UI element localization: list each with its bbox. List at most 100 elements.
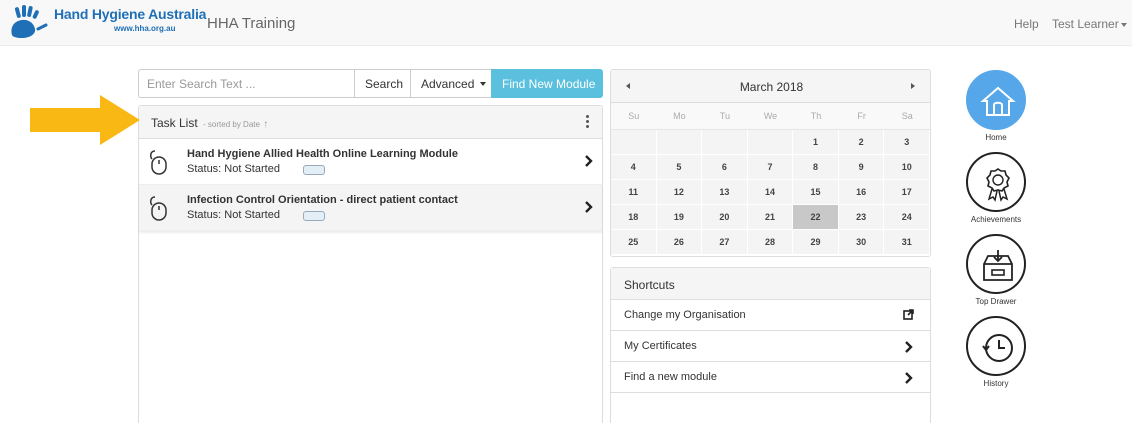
help-link[interactable]: Help xyxy=(1014,17,1039,31)
task-row[interactable]: Hand Hygiene Allied Health Online Learni… xyxy=(139,139,602,185)
calendar-day[interactable]: 16 xyxy=(838,180,885,205)
calendar-day[interactable]: 3 xyxy=(884,130,930,155)
calendar-day[interactable]: 4 xyxy=(611,155,657,180)
drawer-icon xyxy=(983,250,1013,281)
calendar-day[interactable]: 1 xyxy=(793,130,839,155)
app-title[interactable]: HHA Training xyxy=(207,15,295,32)
task-list-panel: Task List - sorted by Date ↑ Hand Hygien… xyxy=(138,105,603,423)
calendar-day[interactable]: 8 xyxy=(793,155,839,180)
search-input[interactable] xyxy=(138,69,355,98)
shortcut-item[interactable]: My Certificates xyxy=(611,331,930,362)
shortcuts-header: Shortcuts xyxy=(611,268,930,300)
nav-top-drawer[interactable]: Top Drawer xyxy=(960,234,1032,306)
calendar-day-today[interactable]: 22 xyxy=(793,205,839,230)
calendar-empty-cell xyxy=(747,130,794,155)
calendar-header: March 2018 xyxy=(611,70,930,103)
task-status: Status: Not Started xyxy=(187,163,280,175)
calendar-day[interactable]: 24 xyxy=(884,205,930,230)
chevron-right-icon xyxy=(905,341,913,353)
achievements-button[interactable] xyxy=(966,152,1026,212)
advanced-button[interactable]: Advanced xyxy=(410,69,492,98)
calendar-day[interactable]: 13 xyxy=(702,180,748,205)
nav-achievements[interactable]: Achievements xyxy=(960,152,1032,224)
page: Hand Hygiene Australia www.hha.org.au HH… xyxy=(0,0,1132,423)
calendar-day[interactable]: 30 xyxy=(838,230,885,255)
kebab-menu-icon[interactable] xyxy=(586,115,590,129)
task-list-header: Task List - sorted by Date ↑ xyxy=(139,106,602,139)
history-button[interactable] xyxy=(966,316,1026,376)
nav-label: History xyxy=(983,379,1009,388)
chevron-right-icon xyxy=(585,201,593,213)
user-name: Test Learner xyxy=(1052,17,1119,31)
nav-label: Home xyxy=(985,133,1007,142)
calendar-day[interactable]: 18 xyxy=(611,205,657,230)
shortcut-item[interactable]: Find a new module xyxy=(611,362,930,393)
calendar-day[interactable]: 25 xyxy=(611,230,657,255)
shortcuts-panel: Shortcuts Change my Organisation My Certi… xyxy=(610,267,931,423)
logo-url: www.hha.org.au xyxy=(114,24,176,33)
task-row[interactable]: Infection Control Orientation - direct p… xyxy=(139,185,602,231)
calendar-day[interactable]: 31 xyxy=(884,230,930,255)
shortcut-label: Change my Organisation xyxy=(624,309,746,321)
nav-history[interactable]: History xyxy=(960,316,1032,388)
calendar-empty-cell xyxy=(702,130,748,155)
next-month-icon[interactable] xyxy=(911,83,915,89)
task-name: Hand Hygiene Allied Health Online Learni… xyxy=(187,148,458,160)
nav-label: Achievements xyxy=(970,215,1022,224)
shortcut-label: Find a new module xyxy=(624,371,717,383)
sort-arrow-icon[interactable]: ↑ xyxy=(263,119,268,130)
home-button[interactable] xyxy=(966,70,1026,130)
nav-home[interactable]: Home xyxy=(960,70,1032,142)
shortcuts-list: Change my Organisation My Certificates Fin… xyxy=(611,300,930,393)
calendar-day[interactable]: 21 xyxy=(747,205,794,230)
chevron-right-icon xyxy=(905,372,913,384)
search-button[interactable]: Search xyxy=(354,69,411,98)
calendar-day[interactable]: 23 xyxy=(838,205,885,230)
search-bar: Search Advanced Find New Module xyxy=(138,69,603,98)
calendar-empty-cell xyxy=(656,130,703,155)
weekday-header: We xyxy=(747,103,794,130)
caret-down-icon xyxy=(1120,22,1127,27)
history-icon xyxy=(982,334,1013,362)
calendar-day[interactable]: 14 xyxy=(747,180,794,205)
task-items: Hand Hygiene Allied Health Online Learni… xyxy=(139,139,602,231)
calendar-day[interactable]: 20 xyxy=(702,205,748,230)
weekday-header: Fr xyxy=(838,103,885,130)
arrow-annotation-icon xyxy=(30,95,140,145)
calendar-day[interactable]: 19 xyxy=(656,205,703,230)
calendar-day[interactable]: 5 xyxy=(656,155,703,180)
calendar-day[interactable]: 2 xyxy=(838,130,885,155)
ribbon-icon xyxy=(986,168,1010,202)
calendar-day[interactable]: 12 xyxy=(656,180,703,205)
mouse-icon xyxy=(150,196,167,221)
calendar-day[interactable]: 10 xyxy=(884,155,930,180)
shortcuts-title: Shortcuts xyxy=(624,278,675,292)
calendar-day[interactable]: 7 xyxy=(747,155,794,180)
calendar-day[interactable]: 9 xyxy=(838,155,885,180)
logo[interactable]: Hand Hygiene Australia www.hha.org.au xyxy=(8,5,206,39)
calendar-day[interactable]: 15 xyxy=(793,180,839,205)
weekday-header: Th xyxy=(793,103,839,130)
logo-text: Hand Hygiene Australia xyxy=(54,6,207,22)
calendar-grid: Su Mo Tu We Th Fr Sa 1 2 3 4 5 6 7 8 9 10 11 12 13 14 15 16 17 1… xyxy=(611,103,930,255)
advanced-label: Advanced xyxy=(421,76,475,91)
task-status: Status: Not Started xyxy=(187,209,280,221)
calendar-month: March 2018 xyxy=(739,80,804,94)
calendar-day[interactable]: 27 xyxy=(702,230,748,255)
user-menu[interactable]: Test Learner xyxy=(1052,17,1127,31)
task-list-sort-label[interactable]: - sorted by Date xyxy=(203,120,260,129)
calendar-day[interactable]: 11 xyxy=(611,180,657,205)
chevron-right-icon xyxy=(585,155,593,167)
calendar-day[interactable]: 28 xyxy=(747,230,794,255)
calendar-day[interactable]: 29 xyxy=(793,230,839,255)
calendar-day[interactable]: 17 xyxy=(884,180,930,205)
calendar-day[interactable]: 26 xyxy=(656,230,703,255)
calendar-day[interactable]: 6 xyxy=(702,155,748,180)
calendar: March 2018 Su Mo Tu We Th Fr Sa 1 2 3 4 5 6 7 8 9 10 11 12… xyxy=(610,69,931,257)
hand-logo-icon xyxy=(11,5,48,38)
caret-down-icon xyxy=(479,82,486,87)
top-drawer-button[interactable] xyxy=(966,234,1026,294)
find-new-module-button[interactable]: Find New Module xyxy=(491,69,603,98)
shortcut-label: My Certificates xyxy=(624,340,697,352)
shortcut-item[interactable]: Change my Organisation xyxy=(611,300,930,331)
